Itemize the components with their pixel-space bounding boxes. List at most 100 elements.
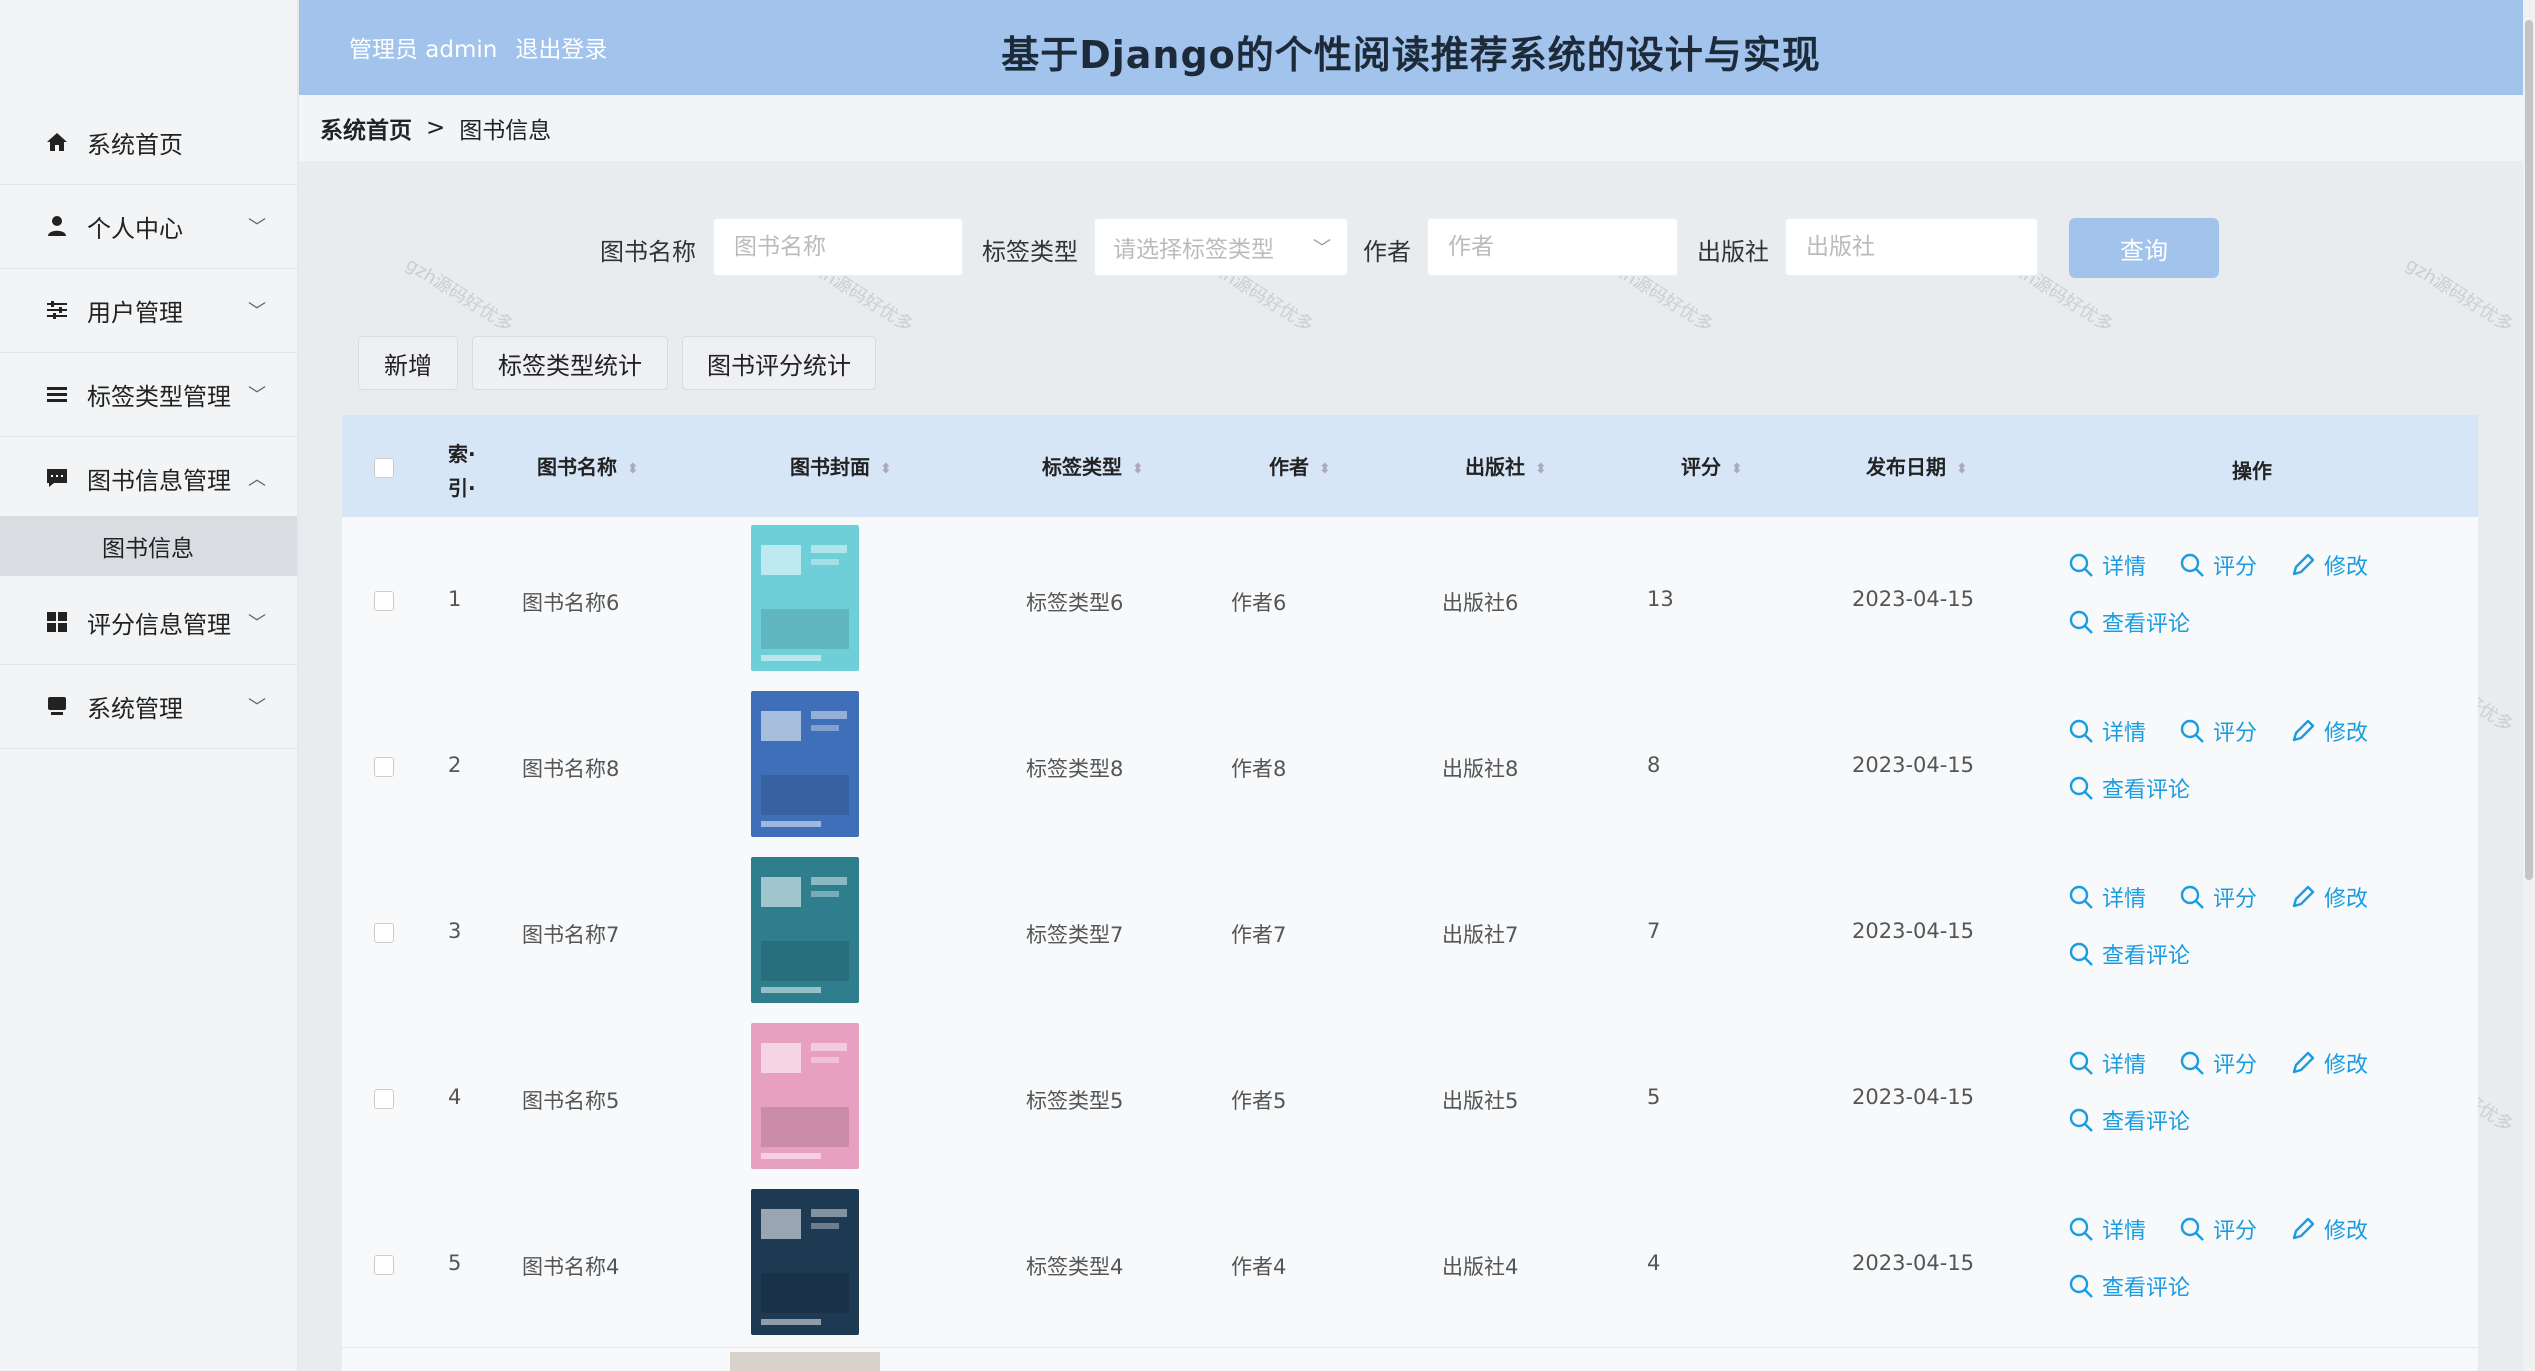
row-checkbox[interactable]	[374, 923, 394, 943]
rate-link[interactable]: 评分	[2179, 549, 2257, 581]
sidebar-item-system[interactable]: 系统管理 ﹀	[0, 664, 297, 749]
row-checkbox[interactable]	[374, 1255, 394, 1275]
edit-link[interactable]: 修改	[2290, 1213, 2368, 1245]
sort-icon[interactable]: ⬍	[1731, 462, 1743, 476]
scrollbar-thumb[interactable]	[2525, 20, 2533, 880]
rate-link[interactable]: 评分	[2179, 881, 2257, 913]
header-date-label: 发布日期	[1866, 455, 1946, 479]
sidebar-item-personal[interactable]: 个人中心 ﹀	[0, 184, 297, 269]
search-publisher-field[interactable]	[1785, 218, 2038, 276]
rate-label: 评分	[2213, 1219, 2258, 1244]
detail-link[interactable]: 详情	[2068, 549, 2146, 581]
chevron-down-icon: ﹀	[1313, 238, 1331, 259]
cell-index: 3	[448, 919, 462, 943]
sort-icon[interactable]: ⬍	[627, 462, 639, 476]
sidebar-item-home[interactable]: 系统首页	[0, 100, 297, 185]
view-comments-link[interactable]: 查看评论	[2068, 606, 2190, 638]
cell-author: 作者8	[1231, 757, 1287, 781]
edit-label: 修改	[2324, 721, 2369, 746]
rate-link[interactable]: 评分	[2179, 1047, 2257, 1079]
cell-tag: 标签类型4	[1026, 1255, 1124, 1279]
edit-link[interactable]: 修改	[2290, 1047, 2368, 1079]
sidebar: 系统首页 个人中心 ﹀ 用户管理 ﹀ 标签类型管理 ﹀ 图书信息管理 ︿ 图书信…	[0, 0, 299, 1371]
edit-icon	[2292, 1217, 2315, 1240]
rate-link[interactable]: 评分	[2179, 1213, 2257, 1245]
row-checkbox[interactable]	[374, 757, 394, 777]
cell-author: 作者6	[1231, 591, 1287, 615]
search-icon	[2180, 885, 2204, 909]
edit-link[interactable]: 修改	[2290, 715, 2368, 747]
breadcrumb-home[interactable]: 系统首页	[320, 111, 412, 145]
select-all-checkbox[interactable]	[374, 458, 394, 478]
header-author[interactable]: 作者 ⬍	[1269, 451, 1331, 480]
view-comments-link[interactable]: 查看评论	[2068, 1104, 2190, 1136]
search-publisher-input[interactable]	[1804, 233, 2037, 261]
home-icon	[44, 129, 70, 155]
detail-link[interactable]: 详情	[2068, 1213, 2146, 1245]
edit-link[interactable]: 修改	[2290, 549, 2368, 581]
search-tag-placeholder: 请选择标签类型	[1113, 237, 1274, 263]
cell-tag: 标签类型6	[1026, 591, 1124, 615]
search-name-input[interactable]	[732, 233, 962, 261]
sidebar-item-label: 标签类型管理	[87, 382, 231, 411]
cell-rating: 7	[1647, 919, 1661, 943]
cell-date: 2023-04-15	[1852, 1085, 1975, 1109]
sort-icon[interactable]: ⬍	[1319, 462, 1331, 476]
watermark: gzh源码好优多	[2401, 253, 2517, 337]
sort-icon[interactable]: ⬍	[1132, 462, 1144, 476]
detail-link[interactable]: 详情	[2068, 881, 2146, 913]
cell-author: 作者5	[1231, 1089, 1287, 1113]
view-comments-link[interactable]: 查看评论	[2068, 772, 2190, 804]
sort-icon[interactable]: ⬍	[1956, 462, 1968, 476]
rate-link[interactable]: 评分	[2179, 715, 2257, 747]
detail-link[interactable]: 详情	[2068, 715, 2146, 747]
header-tag[interactable]: 标签类型 ⬍	[1042, 451, 1144, 480]
edit-link[interactable]: 修改	[2290, 881, 2368, 913]
search-tag-select[interactable]: 请选择标签类型 ﹀	[1094, 218, 1348, 276]
search-icon	[2180, 1217, 2204, 1241]
table-row: 1 图书名称6 标签类型6 作者6 出版社6 13 2023-04-15 详情 …	[342, 517, 2478, 684]
detail-link[interactable]: 详情	[2068, 1047, 2146, 1079]
view-comments-link[interactable]: 查看评论	[2068, 1270, 2190, 1302]
view-comments-link[interactable]: 查看评论	[2068, 938, 2190, 970]
sidebar-item-label: 系统管理	[87, 694, 183, 723]
header-name-label: 图书名称	[537, 455, 617, 479]
cell-rating: 4	[1647, 1251, 1661, 1275]
row-checkbox[interactable]	[374, 1089, 394, 1109]
tag-stats-button[interactable]: 标签类型统计	[472, 336, 668, 390]
add-button[interactable]: 新增	[358, 336, 458, 390]
cell-date: 2023-04-15	[1852, 587, 1975, 611]
header-publisher[interactable]: 出版社 ⬍	[1465, 451, 1547, 480]
row-checkbox[interactable]	[374, 591, 394, 611]
rating-stats-button[interactable]: 图书评分统计	[682, 336, 876, 390]
comments-label: 查看评论	[2102, 1276, 2191, 1301]
sidebar-item-label: 用户管理	[87, 298, 183, 327]
sort-icon[interactable]: ⬍	[880, 462, 892, 476]
cell-rating: 5	[1647, 1085, 1661, 1109]
query-button[interactable]: 查询	[2069, 218, 2219, 278]
sidebar-item-ratings[interactable]: 评分信息管理 ﹀	[0, 580, 297, 665]
edit-icon	[2292, 719, 2315, 742]
sidebar-item-tags[interactable]: 标签类型管理 ﹀	[0, 352, 297, 437]
sidebar-subitem-book-info[interactable]: 图书信息	[0, 516, 297, 576]
search-author-field[interactable]	[1427, 218, 1678, 276]
search-icon	[2069, 942, 2093, 966]
cell-name: 图书名称4	[522, 1255, 620, 1279]
sidebar-item-books[interactable]: 图书信息管理 ︿	[0, 436, 297, 521]
search-name-field[interactable]	[713, 218, 963, 276]
cell-date: 2023-04-15	[1852, 753, 1975, 777]
header-date[interactable]: 发布日期 ⬍	[1866, 451, 1968, 480]
comments-label: 查看评论	[2102, 1110, 2191, 1135]
sort-icon[interactable]: ⬍	[1535, 462, 1547, 476]
header-cover[interactable]: 图书封面 ⬍	[790, 451, 892, 480]
header-rating[interactable]: 评分 ⬍	[1681, 451, 1743, 480]
sidebar-item-users[interactable]: 用户管理 ﹀	[0, 268, 297, 353]
header-index-line1: 索·	[448, 442, 476, 466]
cell-rating: 13	[1647, 587, 1674, 611]
search-author-input[interactable]	[1446, 233, 1677, 261]
cell-name: 图书名称5	[522, 1089, 620, 1113]
header-name[interactable]: 图书名称 ⬍	[537, 451, 639, 480]
header-author-label: 作者	[1269, 455, 1309, 479]
sliders-icon	[44, 297, 70, 323]
edit-label: 修改	[2324, 1053, 2369, 1078]
